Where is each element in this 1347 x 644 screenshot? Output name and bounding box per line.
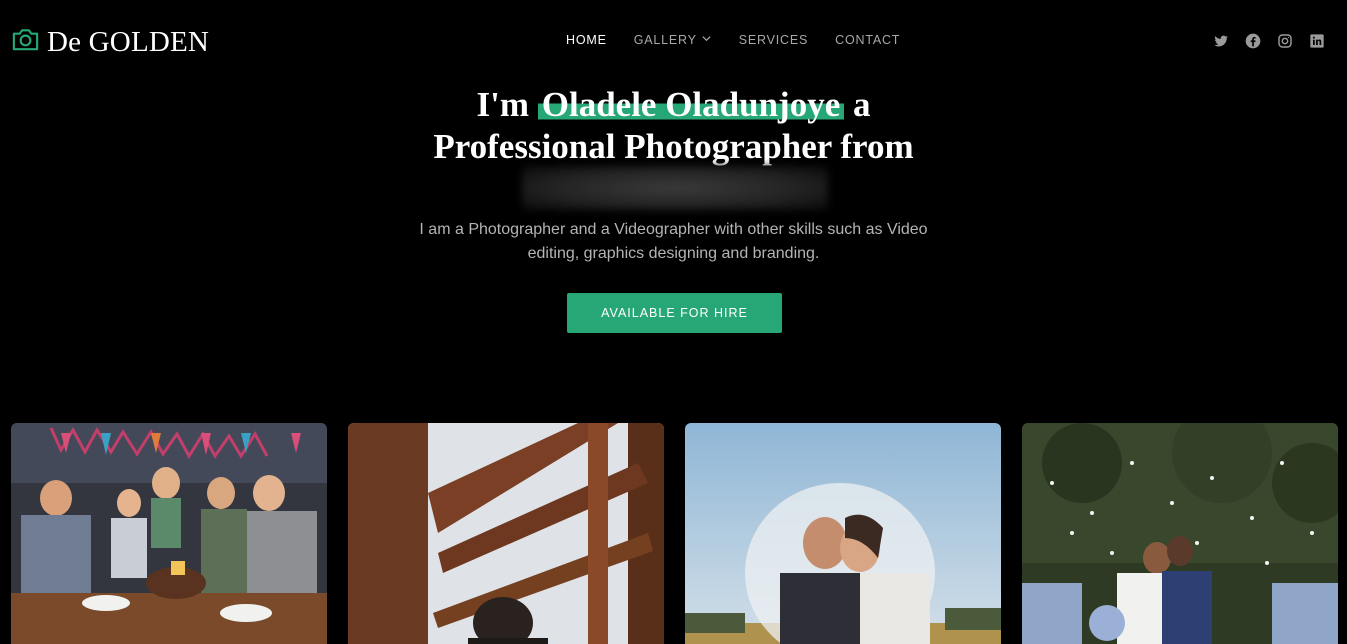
hero-title-line2: Professional Photographer from [433, 127, 914, 166]
social-links [1213, 33, 1325, 49]
brand-name: De GOLDEN [47, 25, 210, 58]
instagram-icon[interactable] [1277, 33, 1293, 49]
nav-home-label: HOME [566, 33, 607, 47]
twitter-icon[interactable] [1213, 33, 1229, 49]
nav-gallery-label: GALLERY [633, 33, 697, 47]
wedding-couple-veil-photo[interactable] [685, 423, 1001, 644]
facebook-icon[interactable] [1245, 33, 1261, 49]
linkedin-icon[interactable] [1309, 33, 1325, 49]
hero-title: I'm Oladele Oladunjoye a Professional Ph… [0, 84, 1347, 168]
main-nav: HOME GALLERY SERVICES CONTACT [566, 33, 927, 47]
page: De GOLDEN HOME GALLERY SERVICES CONTACT [0, 0, 1347, 644]
birthday-party-photo[interactable] [11, 423, 327, 644]
nav-contact-label: CONTACT [835, 33, 901, 47]
blurred-location [522, 166, 828, 210]
nav-home[interactable]: HOME [566, 33, 607, 47]
brand-logo[interactable]: De GOLDEN [10, 24, 209, 60]
hero-title-suffix: a [853, 85, 871, 124]
nav-contact[interactable]: CONTACT [835, 33, 900, 47]
hero-description-line2: editing, graphics designing and branding… [527, 245, 820, 262]
available-for-hire-button[interactable]: AVAILABLE FOR HIRE [567, 293, 782, 333]
hero-description-line1: I am a Photographer and a Videographer w… [419, 221, 928, 238]
nav-gallery[interactable]: GALLERY [634, 33, 712, 47]
staircase-portrait-photo[interactable] [348, 423, 664, 644]
hero-description: I am a Photographer and a Videographer w… [0, 218, 1347, 266]
wedding-celebration-photo[interactable] [1022, 423, 1338, 644]
photographer-name: Oladele Oladunjoye [537, 85, 845, 124]
nav-services-label: SERVICES [738, 33, 809, 47]
camera-icon [10, 24, 41, 60]
chevron-down-icon [701, 33, 712, 47]
nav-services[interactable]: SERVICES [739, 33, 808, 47]
hero-title-prefix: I'm [476, 85, 530, 124]
